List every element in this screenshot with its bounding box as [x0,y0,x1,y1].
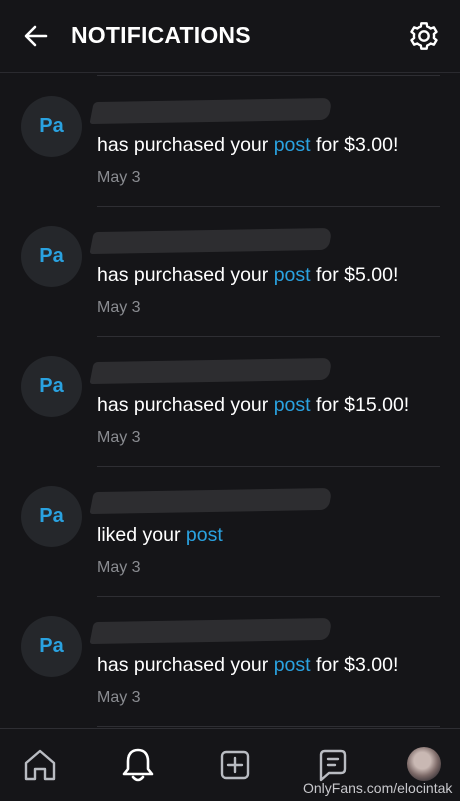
post-link[interactable]: post [274,134,311,156]
redacted-username [89,617,333,645]
home-icon [24,749,56,781]
arrow-left-icon [24,25,48,47]
notification-date: May 3 [97,429,141,446]
avatar[interactable]: Pa [21,96,82,157]
bell-icon [122,748,154,782]
gear-icon [410,22,438,50]
watermark: OnlyFans.com/elocintak [303,780,453,796]
notification-text: has purchased your post for $5.00! [97,264,399,286]
redacted-username [89,227,333,255]
notification-item[interactable]: Pa liked your post May 3 [0,467,460,597]
avatar[interactable]: Pa [21,486,82,547]
nav-notifications-button[interactable] [116,743,160,787]
notification-date: May 3 [97,169,141,186]
redacted-username [89,487,333,515]
notification-item[interactable]: Pa has purchased your post for $15.00! M… [0,337,460,467]
top-app-bar: NOTIFICATIONS [0,0,460,73]
add-post-icon [220,750,250,780]
notification-list[interactable]: Pa has purchased your post for $3.00! Ma… [0,72,460,728]
notification-item[interactable]: Pa has purchased your post for $3.00! Ma… [0,597,460,727]
post-link[interactable]: post [274,264,311,286]
notification-item[interactable]: Pa has purchased your post for $5.00! Ma… [0,207,460,337]
notification-date: May 3 [97,299,141,316]
redacted-username [89,97,333,125]
notification-date: May 3 [97,559,141,576]
avatar[interactable]: Pa [21,616,82,677]
post-link[interactable]: post [186,524,223,546]
page-title: NOTIFICATIONS [71,22,251,48]
notification-text: has purchased your post for $15.00! [97,394,410,416]
post-link[interactable]: post [274,394,311,416]
notification-date: May 3 [97,689,141,706]
nav-add-post-button[interactable] [213,743,257,787]
nav-home-button[interactable] [18,743,62,787]
settings-button[interactable] [408,20,440,52]
avatar[interactable]: Pa [21,226,82,287]
back-button[interactable] [20,20,52,52]
notification-text: liked your post [97,524,223,546]
divider [97,726,440,727]
divider [97,75,440,76]
post-link[interactable]: post [274,654,311,676]
notification-text: has purchased your post for $3.00! [97,134,399,156]
redacted-username [89,357,333,385]
avatar[interactable]: Pa [21,356,82,417]
profile-avatar[interactable] [407,747,441,781]
notification-item[interactable]: Pa has purchased your post for $3.00! Ma… [0,77,460,207]
notification-text: has purchased your post for $3.00! [97,654,399,676]
